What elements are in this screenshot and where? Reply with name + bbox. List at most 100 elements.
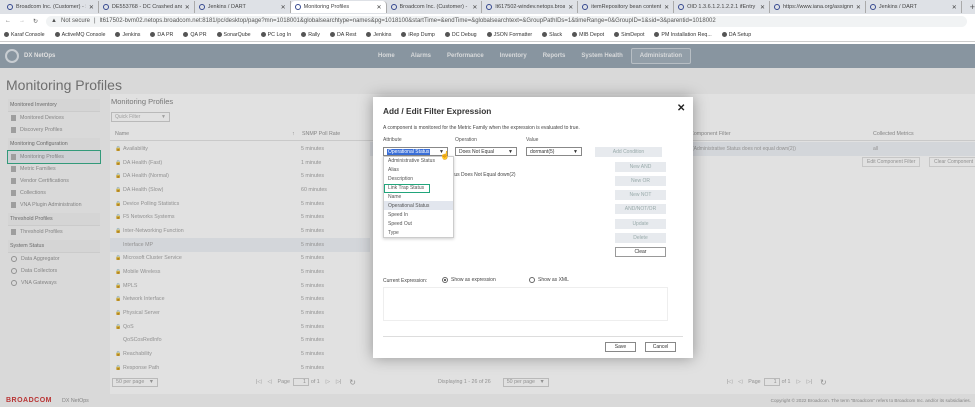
forward-icon[interactable]: → <box>19 18 25 24</box>
attribute-option[interactable]: Type <box>384 228 453 237</box>
browser-tab-bar: Broadcom Inc. (Customer) - Sa ✕ DE553768 -… <box>0 0 975 14</box>
bookmark[interactable]: MIB Depot <box>572 32 604 38</box>
close-tab-icon[interactable]: ✕ <box>952 4 957 11</box>
close-tab-icon[interactable]: ✕ <box>760 4 765 11</box>
tab-title: Jenkins / DART <box>878 4 917 10</box>
operation-label: Operation <box>455 137 477 143</box>
browser-tab[interactable]: OID 1.3.6.1.2.1.2.2.1 ifEntry ref ✕ <box>674 1 770 13</box>
tab-title: Broadcom Inc. (Customer) - Sa <box>399 4 470 10</box>
new-tab-icon[interactable]: + <box>970 2 975 12</box>
bookmark-label: DA Setup <box>728 31 752 38</box>
browser-tab[interactable]: Monitoring Profiles ✕ <box>290 1 387 13</box>
bookmark[interactable]: DC Debug <box>444 32 477 38</box>
update-button[interactable]: Update <box>615 219 666 229</box>
tab-favicon-icon <box>486 4 493 10</box>
value-label: Value <box>526 137 539 143</box>
attribute-option[interactable]: Description <box>384 175 453 184</box>
attribute-option[interactable]: Operational Status <box>384 201 453 211</box>
bookmark[interactable]: SonarQube <box>216 32 251 38</box>
close-icon[interactable]: ✕ <box>677 103 685 114</box>
bookmark[interactable]: Jenkins <box>115 32 140 38</box>
back-icon[interactable]: ← <box>5 18 11 24</box>
dialog-divider <box>383 336 683 337</box>
close-tab-icon[interactable]: ✕ <box>664 4 669 11</box>
new-or-button[interactable]: New OR <box>615 176 666 186</box>
close-tab-icon[interactable]: ✕ <box>89 4 94 11</box>
bookmark-label: Rally <box>308 31 320 38</box>
value-select[interactable]: dormant(5) ▼ <box>526 147 582 156</box>
attribute-option[interactable]: Alias <box>384 166 453 175</box>
url-field[interactable]: ▲ Not secure | lt617502-bvm02.netops.broadc… <box>46 15 967 27</box>
browser-tab[interactable]: Broadcom Inc. (Customer) - Sa ✕ <box>387 1 483 13</box>
bookmark-icon <box>444 32 450 37</box>
close-tab-icon[interactable]: ✕ <box>568 4 573 11</box>
browser-tab[interactable]: DE553768 - DC Crashed and N ✕ <box>99 1 195 13</box>
save-button[interactable]: Save <box>605 342 636 352</box>
bookmark[interactable]: Rally <box>301 32 320 38</box>
security-label: Not secure <box>60 18 90 24</box>
browser-tab[interactable]: itemRepository bean contents ✕ <box>578 1 675 13</box>
bookmark[interactable]: ActiveMQ Console <box>54 32 105 38</box>
close-tab-icon[interactable]: ✕ <box>472 4 477 11</box>
and-not-or-button[interactable]: AND/NOT/OR <box>615 204 666 214</box>
bookmark[interactable]: DA Rest <box>329 32 356 38</box>
bookmark[interactable]: PM Installation Req... <box>654 31 712 38</box>
bookmark-label: PC Log In <box>267 31 292 38</box>
bookmark[interactable]: Slack <box>542 32 562 38</box>
tab-favicon-icon <box>198 4 205 10</box>
delete-button[interactable]: Delete <box>615 233 666 243</box>
radio-label: Show as expression <box>451 277 496 283</box>
cursor-hand-icon: ☝ <box>440 151 450 160</box>
browser-tab[interactable]: https://www.iana.org/assignm ✕ <box>770 1 866 13</box>
bookmark-icon <box>401 32 407 37</box>
bookmark[interactable]: iRep Dump <box>401 32 435 38</box>
new-not-button[interactable]: New NOT <box>615 190 666 200</box>
tab-favicon-icon <box>390 4 397 10</box>
bookmark[interactable]: Karaf Console <box>4 32 45 38</box>
tab-favicon-icon <box>102 4 109 10</box>
bookmark-icon <box>216 32 222 37</box>
close-tab-icon[interactable]: ✕ <box>281 4 286 11</box>
add-condition-button[interactable]: Add Condition <box>595 147 662 157</box>
bookmark[interactable]: QA PR <box>183 32 207 38</box>
attribute-option[interactable]: Name <box>384 193 453 202</box>
operation-value: Does Not Equal <box>459 148 495 155</box>
close-tab-icon[interactable]: ✕ <box>185 4 190 11</box>
bookmark[interactable]: Jenkins <box>366 32 391 38</box>
browser-tab[interactable]: Jenkins / DART ✕ <box>866 1 962 13</box>
browser-tab[interactable]: Jenkins / DART ✕ <box>195 1 291 13</box>
current-expression-box <box>383 287 668 321</box>
bookmark[interactable]: PC Log In <box>260 31 292 38</box>
operation-select[interactable]: Does Not Equal ▼ <box>455 147 517 156</box>
clear-button[interactable]: Clear <box>615 247 666 257</box>
close-tab-icon[interactable]: ✕ <box>856 4 861 11</box>
bookmark-label: Jenkins <box>373 31 392 38</box>
tab-favicon-icon <box>582 4 589 10</box>
show-as-xml-radio[interactable]: Show as XML <box>529 277 569 283</box>
attribute-option[interactable]: Speed Out <box>384 219 453 228</box>
bookmark[interactable]: DA PR <box>150 32 173 38</box>
radio-label: Show as XML <box>538 277 569 283</box>
tab-favicon-icon <box>869 4 876 10</box>
bookmark-icon <box>150 32 156 37</box>
bookmark[interactable]: SimDepot <box>614 32 644 38</box>
browser-tab[interactable]: lt617502-windev.netops.broa ✕ <box>482 1 579 13</box>
bookmark[interactable]: DA Setup <box>721 31 752 38</box>
attribute-option[interactable]: Speed In <box>384 210 453 219</box>
close-tab-icon[interactable]: ✕ <box>376 4 381 11</box>
expression-tree-item[interactable]: tus Does Not Equal down(2) <box>453 172 516 178</box>
dialog-description: A component is monitored for the Metric … <box>383 125 580 131</box>
attribute-option[interactable]: Link Trap Status <box>384 183 430 193</box>
radio-unchecked-icon <box>529 277 535 283</box>
bookmark[interactable]: JSON Formatter <box>486 32 532 38</box>
tab-title: Monitoring Profiles <box>303 4 350 10</box>
show-as-expression-radio[interactable]: Show as expression <box>442 277 496 283</box>
reload-icon[interactable]: ↻ <box>33 18 38 25</box>
tab-title: Broadcom Inc. (Customer) - Sa <box>16 4 86 10</box>
bookmark-icon <box>329 32 335 37</box>
browser-tab[interactable]: Broadcom Inc. (Customer) - Sa ✕ <box>3 1 99 13</box>
cancel-button[interactable]: Cancel <box>645 342 676 352</box>
new-and-button[interactable]: New AND <box>615 162 666 172</box>
attribute-select[interactable]: Operational Status ▼ <box>383 147 448 156</box>
bookmark-label: PM Installation Req... <box>661 31 712 38</box>
